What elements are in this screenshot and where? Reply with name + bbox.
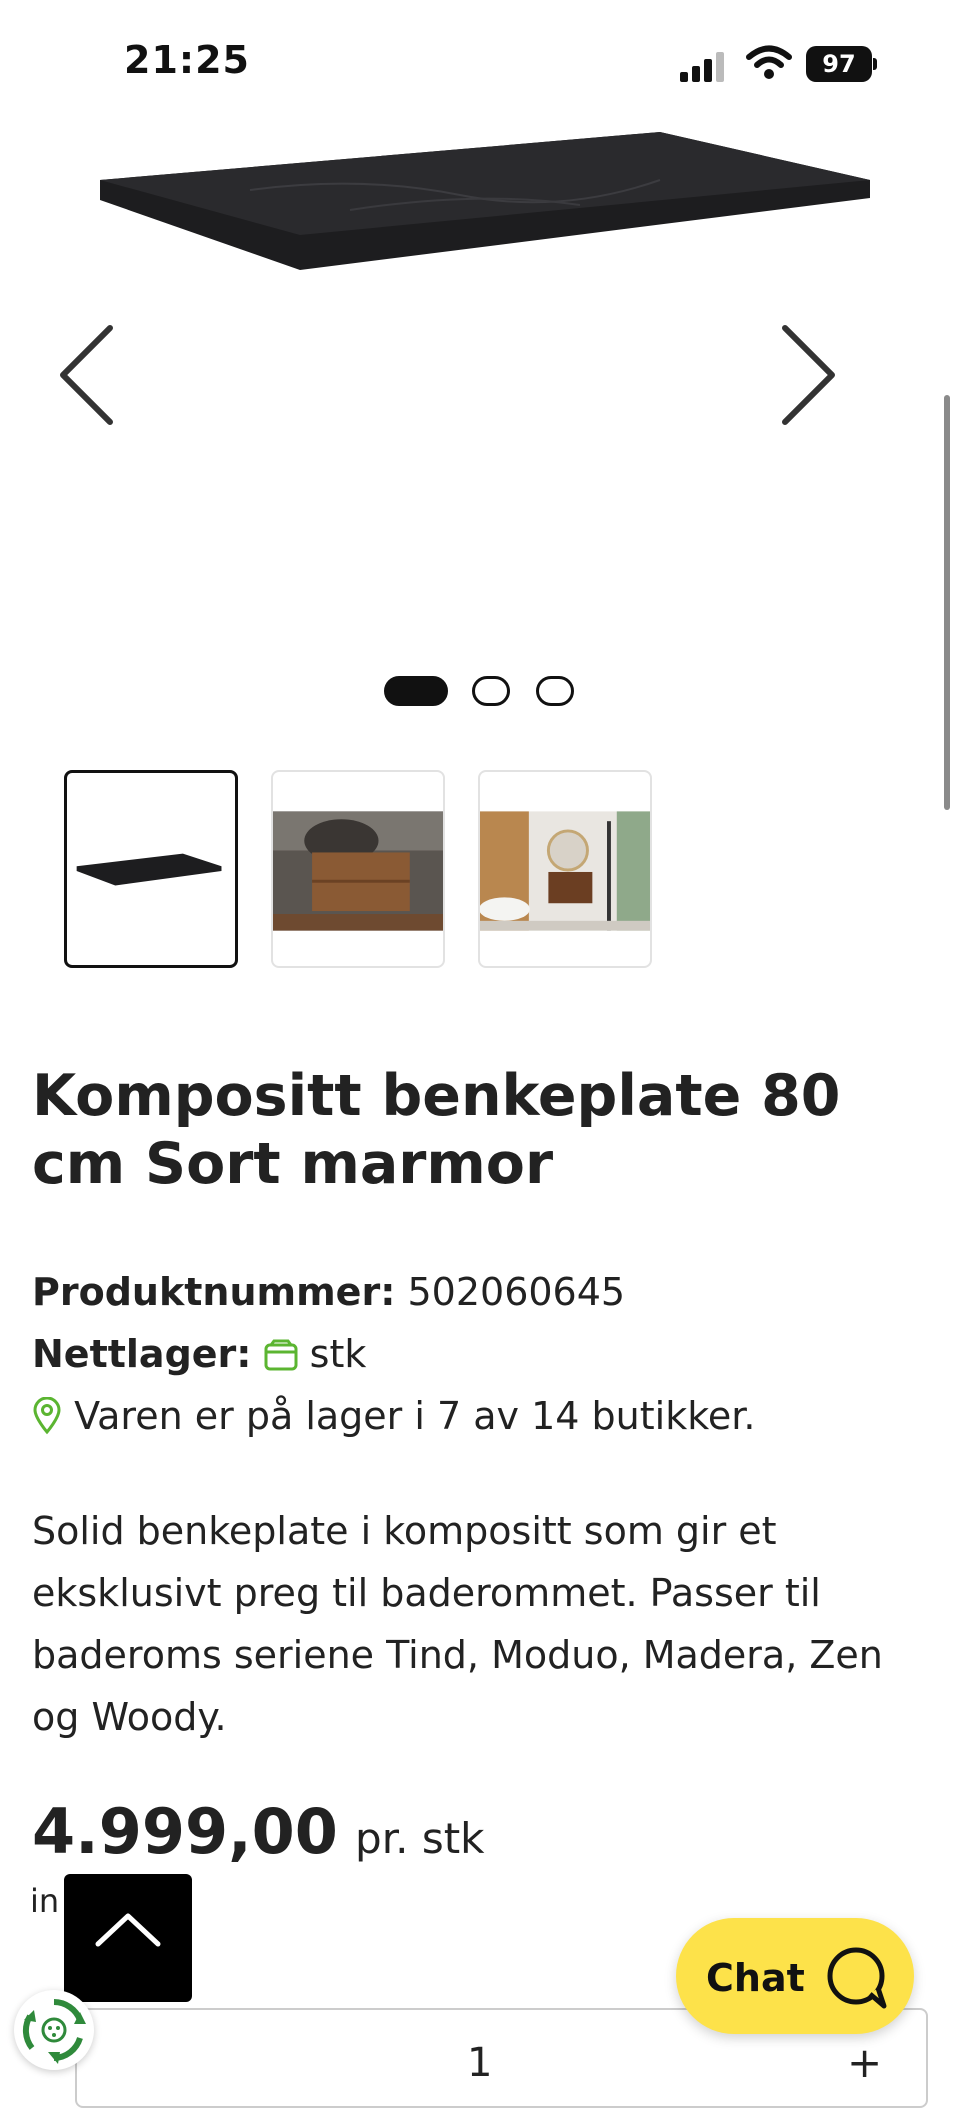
carousel-dot-3[interactable] [536,676,574,706]
chat-label: Chat [706,1956,805,2000]
thumbnail-2[interactable] [271,770,445,968]
carousel-dot-1[interactable] [384,676,448,706]
product-title: Kompositt benkeplate 80 cm Sort marmor [32,1063,841,1197]
chevron-up-icon [95,1913,161,1947]
recycle-icon [22,1999,86,2064]
page-scrollbar[interactable] [944,395,950,810]
carousel-pagination [384,676,604,706]
product-number-label: Produktnummer: [32,1270,396,1314]
online-stock-label: Nettlager: [32,1332,252,1376]
quantity-value[interactable]: 1 [467,2040,492,2086]
price-value: 4.999,00 [32,1795,338,1868]
product-number-row: Produktnummer: 502060645 [32,1270,625,1314]
product-image-carousel[interactable] [0,120,940,660]
product-main-image [100,132,870,270]
vat-note: in [30,1882,60,1920]
location-pin-icon [33,1397,61,1435]
store-stock-row[interactable]: Varen er på lager i 7 av 14 butikker. [32,1394,755,1438]
chevron-right-icon[interactable] [770,320,840,430]
battery-icon: 97 [806,46,872,82]
wifi-icon [746,45,792,79]
thumbnail-vanity-image [273,811,443,931]
online-stock-row: Nettlager: stk [32,1332,366,1376]
status-time: 21:25 [124,38,250,82]
package-icon [264,1339,298,1371]
thumbnail-bathroom-image [480,811,650,931]
carousel-dot-2[interactable] [472,676,510,706]
product-description: Solid benkeplate i kompositt som gir et … [32,1509,883,1739]
price-row: 4.999,00 pr. stk [32,1795,485,1868]
online-stock-unit: stk [309,1332,367,1376]
chevron-left-icon[interactable] [55,320,125,430]
battery-tip [873,58,877,70]
chat-button[interactable]: Chat [676,1918,914,2034]
chat-bubble-icon [827,1947,887,2009]
quantity-plus-button[interactable]: + [847,2038,882,2087]
price-unit: pr. stk [355,1814,485,1863]
store-stock-text: Varen er på lager i 7 av 14 butikker. [74,1394,756,1438]
thumbnail-countertop-image [76,853,222,886]
status-bar: 21:25 97 [0,0,960,120]
back-to-top-button[interactable] [64,1874,192,2002]
eco-recycle-badge[interactable] [14,1990,94,2070]
cellular-signal-icon [680,52,724,82]
thumbnail-1[interactable] [64,770,238,968]
product-number-value: 502060645 [407,1270,626,1314]
thumbnail-3[interactable] [478,770,652,968]
